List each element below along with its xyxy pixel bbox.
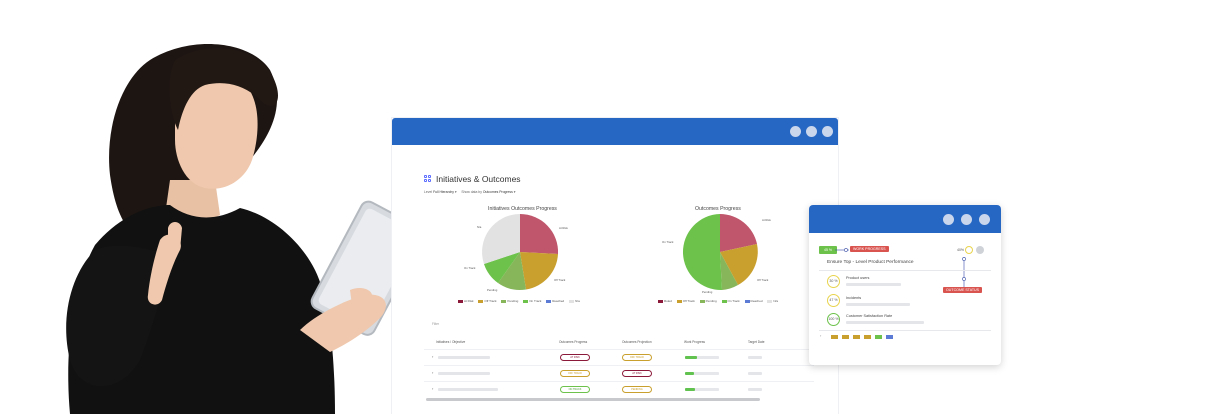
level-label: Level <box>424 190 433 194</box>
collapse-chevron-icon[interactable]: › <box>820 333 821 338</box>
column-header[interactable]: Outcomes Progress <box>559 340 587 344</box>
table-row[interactable]: › OFF TRACK AT RISK <box>424 365 814 382</box>
window-title-bar <box>392 118 838 145</box>
card-title-bar <box>809 205 1001 233</box>
status-chip <box>853 335 860 339</box>
slice-label: Pending <box>702 290 713 294</box>
objective-card-body: 45 % WORK PROGRESS 40% Ensure Top - Leve… <box>809 233 1001 365</box>
status-pill: PENDING <box>622 386 652 393</box>
status-pill: AT RISK <box>622 370 652 377</box>
level-dropdown[interactable]: Full Hierarchy <box>433 190 454 194</box>
column-header[interactable]: Outcomes Projection <box>622 340 652 344</box>
show-by-dropdown[interactable]: Outcomes Progress <box>483 190 513 194</box>
slice-label: Pending <box>487 288 498 292</box>
outcomes-pie-chart <box>682 214 758 291</box>
slice-label: At Risk <box>762 218 771 222</box>
pie-slice-at-risk[interactable] <box>520 213 559 254</box>
status-pill: OFF TRACK <box>622 354 652 361</box>
key-result-percent: 30 % <box>827 275 840 288</box>
key-result-percent: 47 % <box>827 294 840 307</box>
pie-slice-on-track[interactable] <box>682 214 722 291</box>
avatar[interactable] <box>976 246 984 254</box>
status-chip <box>875 335 882 339</box>
window-control-dot[interactable] <box>806 126 817 137</box>
status-pill: OFF TRACK <box>560 370 590 377</box>
work-progress-bar <box>685 356 697 359</box>
overall-percent: 40% <box>957 248 965 252</box>
column-header[interactable]: Work Progress <box>684 340 705 344</box>
objective-title[interactable]: Ensure Top - Level Product Performance <box>827 260 914 265</box>
key-result-title[interactable]: Product users <box>846 276 869 280</box>
status-pill: ON TRACK <box>560 386 590 393</box>
chart-legend: Ruled Off Track Pending On Track Reached… <box>654 299 778 303</box>
key-result-title[interactable]: Customer Satisfaction Rate <box>846 314 892 318</box>
objective-card-window: 45 % WORK PROGRESS 40% Ensure Top - Leve… <box>809 205 1001 365</box>
expand-chevron-icon[interactable]: › <box>432 370 433 375</box>
slice-label: N/a <box>477 225 482 229</box>
key-result-title[interactable]: Incidents <box>846 296 861 300</box>
key-result-percent: 100 % <box>827 313 840 326</box>
column-header[interactable]: Initiatives / Objective <box>436 340 465 344</box>
show-by-label: Show data by <box>461 190 482 194</box>
status-chip <box>886 335 893 339</box>
table-filter-input[interactable]: Filter <box>432 322 439 326</box>
pie-slice-off-track[interactable] <box>520 252 558 290</box>
slice-label: Off Track <box>554 278 566 282</box>
status-chip <box>864 335 871 339</box>
work-progress-badge: WORK PROGRESS <box>850 246 889 252</box>
work-progress-bar <box>685 372 694 375</box>
work-progress-bar <box>685 388 695 391</box>
column-header[interactable]: Target Date <box>748 340 764 344</box>
window-control-dot[interactable] <box>790 126 801 137</box>
initiatives-panel: Initiatives & Outcomes Level Full Hierar… <box>424 168 814 414</box>
slice-label: On Track <box>662 240 674 244</box>
expand-chevron-icon[interactable]: › <box>432 386 433 391</box>
slice-label: At Risk <box>559 226 568 230</box>
chart-legend: At Risk Off Track Pending On Track Reach… <box>454 299 580 303</box>
window-control-dot[interactable] <box>822 126 833 137</box>
outcome-status-badge: OUTCOME STATUS <box>943 287 983 293</box>
slice-label: Off Track <box>757 278 769 282</box>
grid-icon <box>424 175 431 182</box>
window-control-dot[interactable] <box>979 214 990 225</box>
window-control-dot[interactable] <box>961 214 972 225</box>
expand-chevron-icon[interactable]: › <box>432 354 433 359</box>
table-row[interactable]: › ON TRACK PENDING <box>424 381 814 398</box>
status-chip <box>831 335 838 339</box>
slice-label: On Track <box>464 266 476 270</box>
status-pill: AT RISK <box>560 354 590 361</box>
page-title: Initiatives & Outcomes <box>436 174 521 184</box>
status-chip <box>842 335 849 339</box>
status-ring-icon <box>965 246 973 254</box>
connector-line <box>835 248 849 252</box>
window-control-dot[interactable] <box>943 214 954 225</box>
horizontal-scrollbar[interactable] <box>426 398 760 401</box>
filters-row: Level Full Hierarchy ▾ Show data by Outc… <box>424 190 516 194</box>
woman-with-tablet-illustration <box>66 43 426 414</box>
table-row[interactable]: › AT RISK OFF TRACK <box>424 349 814 366</box>
